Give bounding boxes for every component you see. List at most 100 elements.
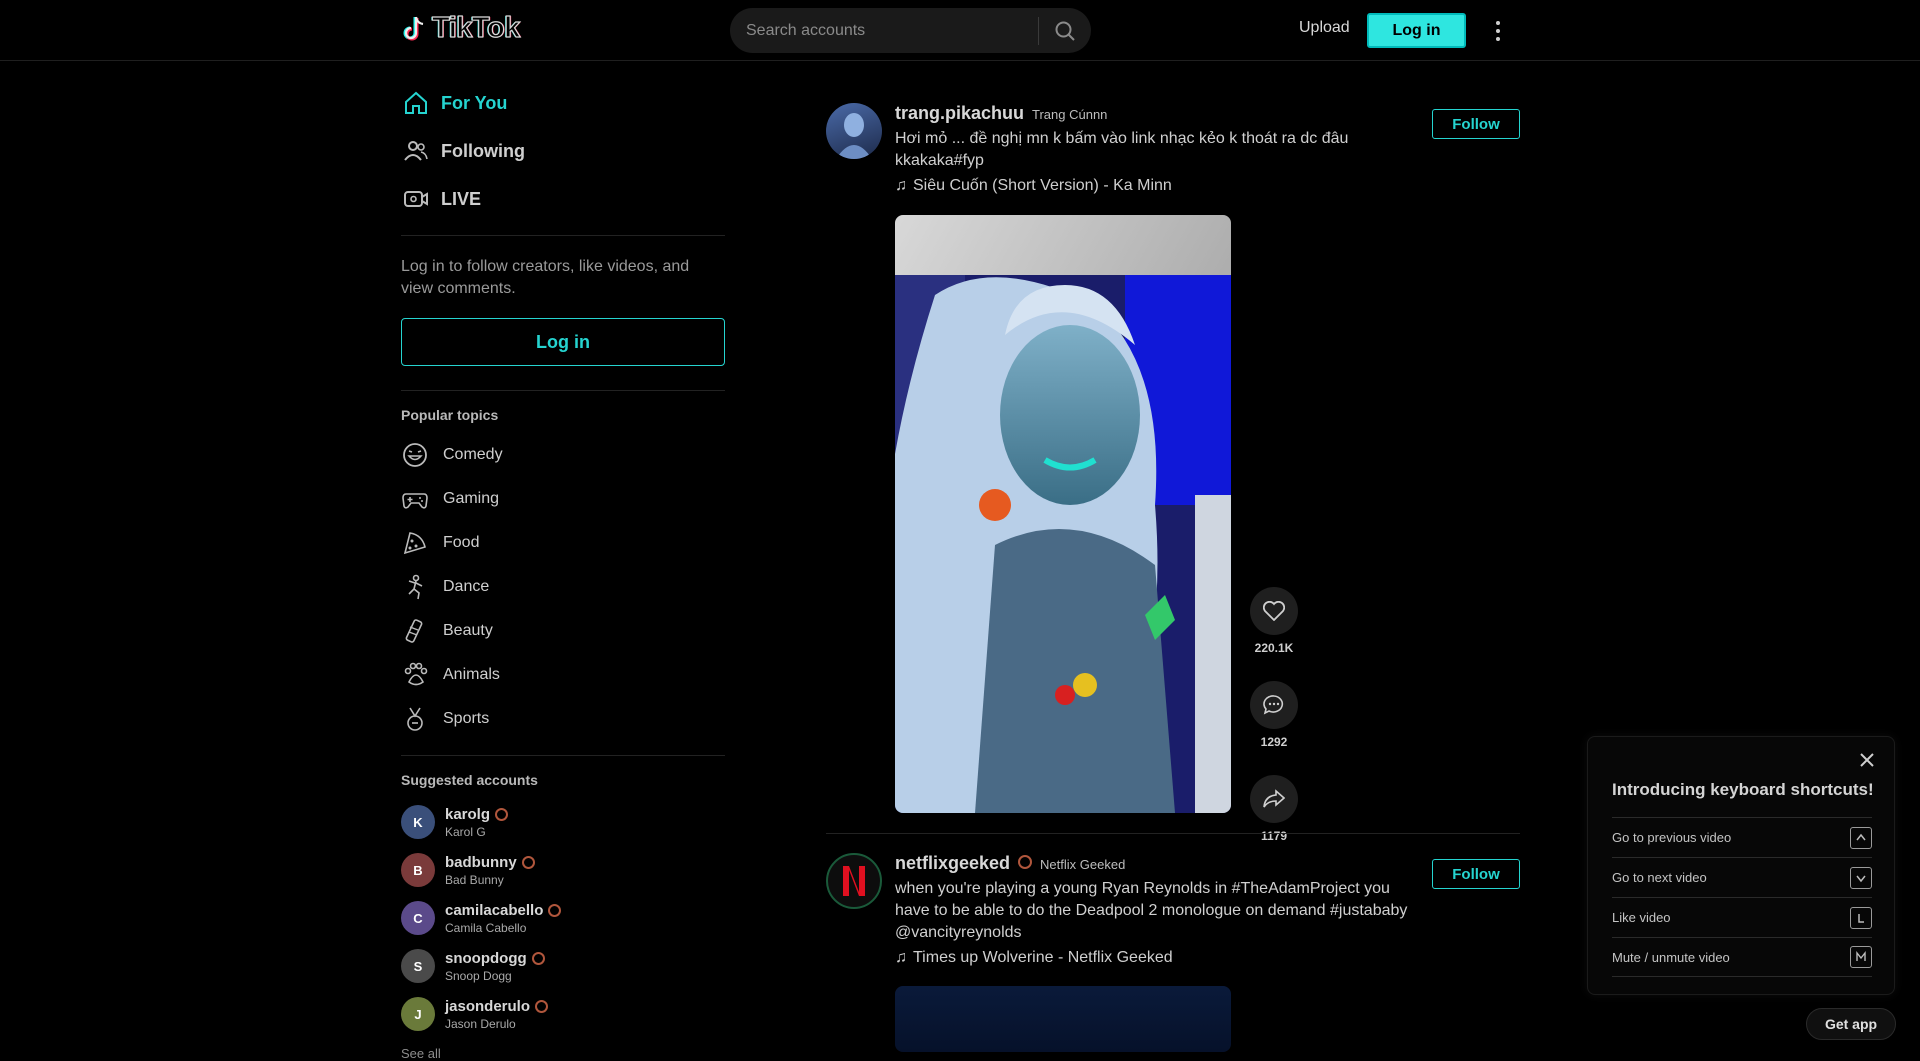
live-icon xyxy=(403,186,429,212)
shortcut-label: Mute / unmute video xyxy=(1612,949,1730,965)
topic-gaming[interactable]: Gaming xyxy=(401,477,725,521)
post-author-handle[interactable]: trang.pikachuu xyxy=(895,103,1024,124)
account-handle: jasonderulo xyxy=(445,997,531,1015)
topic-animals[interactable]: Animals xyxy=(401,653,725,697)
tiktok-logo[interactable]: TikTok xyxy=(402,11,521,45)
header-login-button[interactable]: Log in xyxy=(1367,13,1466,48)
account-name: Snoop Dogg xyxy=(445,968,512,983)
post-author-nickname: Netflix Geeked xyxy=(1040,857,1126,872)
topic-label: Gaming xyxy=(443,490,500,507)
down-arrow-key-icon xyxy=(1850,866,1872,889)
suggested-account[interactable]: B badbunny Bad Bunny xyxy=(401,846,725,894)
beauty-icon xyxy=(401,617,429,645)
shortcuts-list: Go to previous video Go to next video Li… xyxy=(1612,817,1872,977)
tiktok-note-icon xyxy=(403,16,424,40)
feed-post: trang.pikachuu Trang Cúnnn Hơi mỏ ... đề… xyxy=(826,103,1520,843)
comment-count: 1292 xyxy=(1260,735,1288,749)
post-music[interactable]: ♫ Times up Wolverine - Netflix Geeked xyxy=(895,949,1415,967)
topic-sports[interactable]: Sports xyxy=(401,697,725,741)
verified-badge-icon xyxy=(548,903,562,917)
upload-link[interactable]: Upload xyxy=(1299,19,1350,37)
post-divider xyxy=(826,833,1520,834)
search-input[interactable] xyxy=(730,8,1038,53)
more-options-button[interactable] xyxy=(1488,18,1508,44)
share-count: 1179 xyxy=(1260,829,1288,843)
shortcut-row: Mute / unmute video xyxy=(1612,937,1872,977)
heart-icon xyxy=(1263,601,1285,621)
topic-label: Animals xyxy=(443,666,500,683)
sidebar: For You Following LIVE Log in to follow … xyxy=(401,61,725,1061)
netflix-logo-icon xyxy=(843,866,865,896)
up-arrow-key-icon xyxy=(1850,826,1872,849)
sidebar-divider xyxy=(401,390,725,391)
share-button[interactable] xyxy=(1250,775,1298,823)
get-app-button[interactable]: Get app xyxy=(1806,1008,1896,1040)
avatar: C xyxy=(401,901,435,935)
video-player[interactable] xyxy=(895,215,1231,813)
nav-label: LIVE xyxy=(441,188,482,209)
l-key-icon xyxy=(1850,906,1872,929)
search-button[interactable] xyxy=(1039,8,1091,53)
topic-beauty[interactable]: Beauty xyxy=(401,609,725,653)
share-icon xyxy=(1263,789,1285,808)
suggested-account[interactable]: J jasonderulo Jason Derulo xyxy=(401,990,725,1038)
topic-comedy[interactable]: Comedy xyxy=(401,433,725,477)
follow-button[interactable]: Follow xyxy=(1432,859,1520,889)
like-button[interactable] xyxy=(1250,587,1298,635)
account-handle: camilacabello xyxy=(445,901,544,919)
sidebar-login-button[interactable]: Log in xyxy=(401,318,725,366)
sports-icon xyxy=(401,705,429,733)
topic-dance[interactable]: Dance xyxy=(401,565,725,609)
account-handle: badbunny xyxy=(445,853,517,871)
logo-text: TikTok xyxy=(431,11,520,44)
post-author-handle[interactable]: netflixgeeked xyxy=(895,853,1010,874)
video-player[interactable] xyxy=(895,986,1231,1052)
music-note-icon: ♫ xyxy=(895,177,907,194)
topic-label: Beauty xyxy=(443,622,493,639)
follow-button[interactable]: Follow xyxy=(1432,109,1520,139)
suggested-accounts-title: Suggested accounts xyxy=(401,772,538,788)
video-thumbnail xyxy=(895,215,1231,813)
suggested-account[interactable]: C camilacabello Camila Cabello xyxy=(401,894,725,942)
dance-icon xyxy=(401,573,429,601)
account-name: Bad Bunny xyxy=(445,872,504,887)
shortcut-label: Go to next video xyxy=(1612,870,1707,885)
nav-live[interactable]: LIVE xyxy=(401,175,725,223)
suggested-account[interactable]: S snoopdogg Snoop Dogg xyxy=(401,942,725,990)
post-caption: Hơi mỏ ... đề nghị mn k bấm vào link nhạ… xyxy=(895,130,1349,169)
account-name: Karol G xyxy=(445,824,486,839)
topic-label: Sports xyxy=(443,710,490,727)
suggested-account[interactable]: K karolg Karol G xyxy=(401,798,725,846)
topic-food[interactable]: Food xyxy=(401,521,725,565)
music-note-icon: ♫ xyxy=(895,949,907,966)
comedy-icon xyxy=(401,441,429,469)
see-all-link[interactable]: See all xyxy=(401,1046,725,1061)
post-caption: when you're playing a young Ryan Reynold… xyxy=(895,880,1408,941)
topic-label: Dance xyxy=(443,578,490,595)
verified-badge-icon xyxy=(495,807,509,821)
gaming-icon xyxy=(401,485,429,513)
account-name: Camila Cabello xyxy=(445,920,527,935)
topic-label: Comedy xyxy=(443,446,503,463)
feed-post: netflixgeeked Netflix Geeked when you're… xyxy=(826,853,1520,1052)
avatar[interactable] xyxy=(826,103,882,159)
users-icon xyxy=(403,138,429,164)
post-actions: 220.1K 1292 1179 xyxy=(1250,587,1298,869)
food-icon xyxy=(401,529,429,557)
comment-button[interactable] xyxy=(1250,681,1298,729)
popular-topics-title: Popular topics xyxy=(401,407,499,423)
search-bar xyxy=(730,8,1091,53)
nav-label: For You xyxy=(441,92,508,113)
avatar[interactable] xyxy=(826,853,882,909)
post-music[interactable]: ♫ Siêu Cuốn (Short Version) - Ka Minn xyxy=(895,177,1415,195)
kebab-menu-icon xyxy=(1496,21,1500,41)
close-button[interactable] xyxy=(1858,751,1876,769)
home-icon xyxy=(403,90,429,116)
account-name: Jason Derulo xyxy=(445,1016,516,1031)
verified-badge-icon xyxy=(1018,855,1033,869)
login-hint: Log in to follow creators, like videos, … xyxy=(401,258,690,297)
sidebar-divider xyxy=(401,755,725,756)
nav-for-you[interactable]: For You xyxy=(401,79,725,127)
music-title: Siêu Cuốn (Short Version) - Ka Minn xyxy=(913,177,1172,194)
nav-following[interactable]: Following xyxy=(401,127,725,175)
